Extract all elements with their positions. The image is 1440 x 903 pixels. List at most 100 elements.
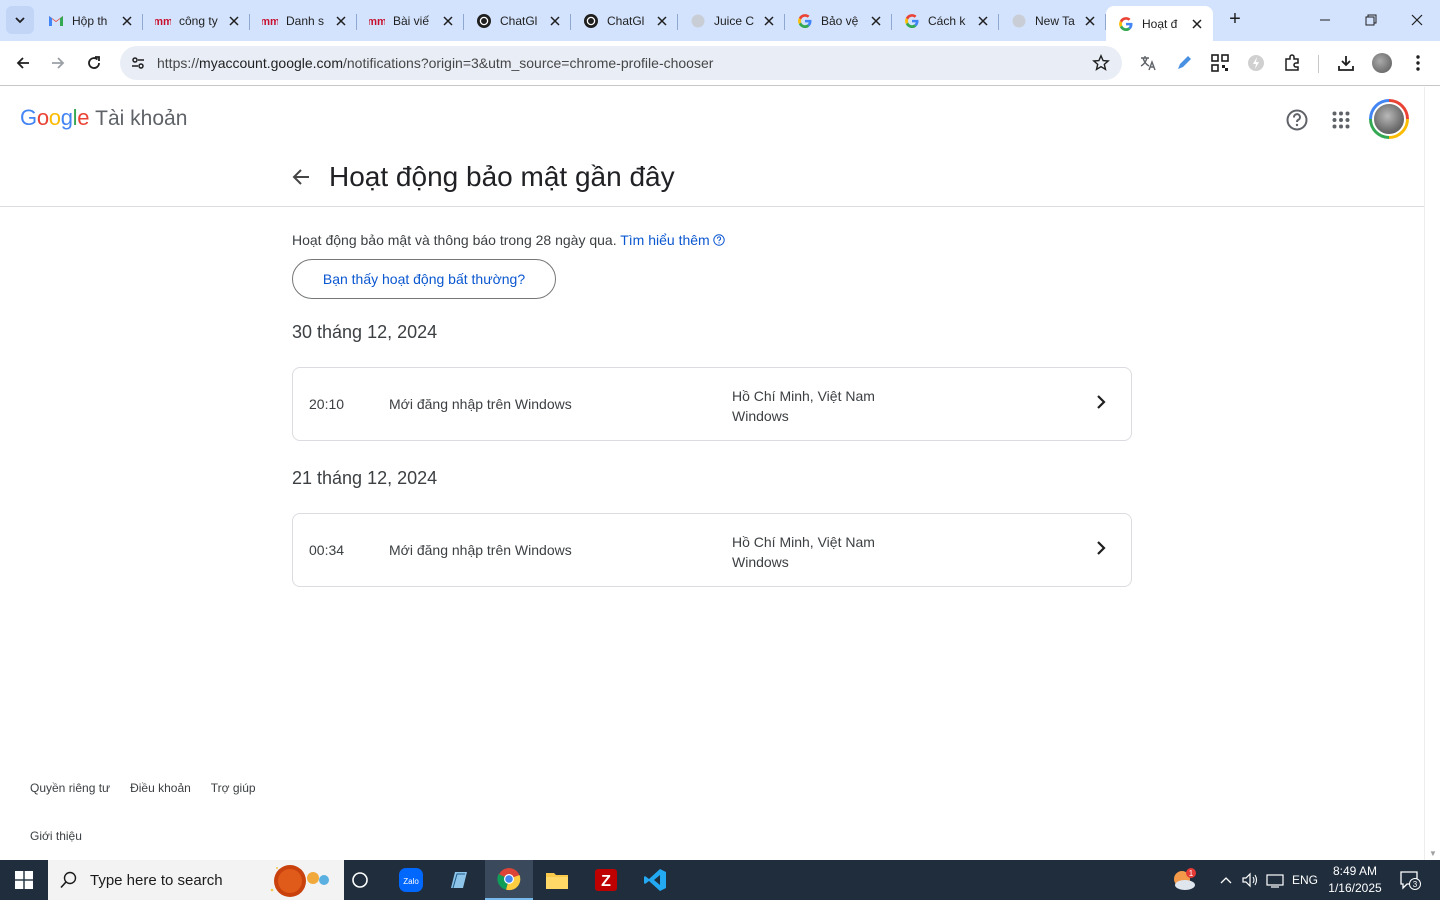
url-host: myaccount.google.com bbox=[199, 55, 343, 71]
extensions-button[interactable] bbox=[1280, 51, 1304, 75]
taskbar-search-box[interactable]: Type here to search bbox=[48, 860, 344, 900]
taskbar-file-explorer[interactable] bbox=[533, 860, 581, 900]
extension-translate[interactable] bbox=[1136, 51, 1160, 75]
browser-tab[interactable]: Bảo vệ bbox=[785, 6, 892, 35]
address-bar[interactable]: https://myaccount.google.com/notificatio… bbox=[120, 46, 1122, 80]
scroll-down-arrow-icon[interactable]: ▼ bbox=[1429, 849, 1437, 858]
search-highlight-image bbox=[264, 862, 336, 898]
svg-text:mm: mm bbox=[369, 16, 385, 27]
close-tab-button[interactable] bbox=[440, 13, 456, 29]
intro-text: Hoạt động bảo mật và thông báo trong 28 … bbox=[292, 232, 725, 249]
openai-icon bbox=[583, 13, 599, 29]
task-view-button[interactable] bbox=[336, 860, 384, 900]
start-button[interactable] bbox=[0, 860, 48, 900]
taskbar-notepad[interactable] bbox=[435, 860, 483, 900]
chrome-menu-button[interactable] bbox=[1406, 51, 1430, 75]
qr-code-icon bbox=[1211, 54, 1229, 72]
language-indicator[interactable]: ENG bbox=[1289, 860, 1321, 900]
close-tab-button[interactable] bbox=[975, 13, 991, 29]
browser-tab[interactable]: ChatGl bbox=[464, 6, 571, 35]
show-hidden-icons-button[interactable] bbox=[1214, 860, 1238, 900]
forward-button[interactable] bbox=[43, 48, 73, 78]
volume-button[interactable] bbox=[1238, 860, 1262, 900]
weather-widget[interactable]: 1 bbox=[1168, 860, 1200, 900]
windows-taskbar: Type here to search Zalo Z 1 ENG 8:49 AM… bbox=[0, 860, 1440, 900]
close-tab-button[interactable] bbox=[226, 13, 242, 29]
unusual-activity-button[interactable]: Bạn thấy hoạt động bất thường? bbox=[292, 259, 556, 299]
browser-tab[interactable]: ChatGl bbox=[571, 6, 678, 35]
google-account-logo[interactable]: Google Tài khoản bbox=[20, 105, 187, 131]
tab-search-button[interactable] bbox=[6, 6, 34, 34]
google-apps-button[interactable] bbox=[1325, 104, 1357, 136]
back-button[interactable] bbox=[8, 48, 38, 78]
reload-button[interactable] bbox=[79, 48, 109, 78]
notifications-button[interactable]: 3 bbox=[1394, 860, 1426, 900]
close-tab-button[interactable] bbox=[1082, 13, 1098, 29]
new-tab-button[interactable]: + bbox=[1224, 8, 1246, 32]
account-avatar[interactable] bbox=[1369, 99, 1409, 139]
weather-icon: 1 bbox=[1174, 868, 1196, 890]
network-icon bbox=[1266, 874, 1284, 888]
browser-tab[interactable]: mm công ty bbox=[143, 6, 250, 35]
browser-tab[interactable]: mm Bài viế bbox=[357, 6, 464, 35]
arrow-left-icon bbox=[16, 57, 29, 69]
close-tab-button[interactable] bbox=[547, 13, 563, 29]
notification-icon: 3 bbox=[1400, 871, 1421, 890]
activity-row[interactable]: 00:34 Mới đăng nhập trên Windows Hồ Chí … bbox=[292, 513, 1132, 587]
learn-more-link[interactable]: Tìm hiểu thêm bbox=[620, 232, 709, 248]
bookmark-button[interactable] bbox=[1092, 54, 1110, 77]
page-scrollbar[interactable]: ▼ bbox=[1424, 87, 1440, 860]
tab-title: Danh s bbox=[286, 13, 325, 28]
browser-tab[interactable]: Juice C bbox=[678, 6, 785, 35]
extension-bolt[interactable] bbox=[1244, 51, 1268, 75]
product-name: Tài khoản bbox=[95, 107, 188, 130]
activity-row[interactable]: 20:10 Mới đăng nhập trên Windows Hồ Chí … bbox=[292, 367, 1132, 441]
close-tab-button[interactable] bbox=[761, 13, 777, 29]
help-icon[interactable] bbox=[713, 233, 725, 249]
logo-letter: g bbox=[60, 105, 73, 130]
about-link[interactable]: Giới thiệu bbox=[30, 829, 82, 843]
close-window-button[interactable] bbox=[1394, 0, 1440, 40]
profile-button[interactable] bbox=[1370, 51, 1394, 75]
downloads-button[interactable] bbox=[1334, 51, 1358, 75]
browser-tab[interactable]: New Ta bbox=[999, 6, 1106, 35]
taskbar-zalo[interactable]: Zalo bbox=[387, 860, 435, 900]
arrow-right-icon bbox=[52, 57, 65, 69]
extension-qr[interactable] bbox=[1208, 51, 1232, 75]
browser-tab[interactable]: Cách k bbox=[892, 6, 999, 35]
tab-title: công ty bbox=[179, 13, 218, 28]
browser-tab[interactable]: Hộp th bbox=[36, 6, 143, 35]
close-tab-button[interactable] bbox=[1189, 16, 1205, 32]
browser-tab[interactable]: Hoạt đ bbox=[1106, 6, 1213, 41]
back-arrow-button[interactable] bbox=[288, 164, 314, 190]
close-tab-button[interactable] bbox=[333, 13, 349, 29]
chevron-up-icon bbox=[1220, 877, 1232, 884]
taskbar-filezilla[interactable]: Z bbox=[582, 860, 630, 900]
taskbar-vscode[interactable] bbox=[631, 860, 679, 900]
notification-count: 3 bbox=[1413, 880, 1418, 889]
privacy-link[interactable]: Quyền riêng tư bbox=[30, 781, 110, 795]
terms-link[interactable]: Điều khoản bbox=[130, 781, 191, 795]
tab-title: Juice C bbox=[714, 13, 755, 28]
taskbar-clock[interactable]: 8:49 AM 1/16/2025 bbox=[1322, 863, 1388, 897]
apps-grid-icon bbox=[1332, 111, 1350, 129]
translate-icon bbox=[1140, 56, 1156, 71]
close-icon bbox=[764, 15, 774, 26]
network-button[interactable] bbox=[1263, 860, 1287, 900]
mm-icon: mm bbox=[369, 13, 385, 29]
close-tab-button[interactable] bbox=[654, 13, 670, 29]
close-tab-button[interactable] bbox=[119, 13, 135, 29]
taskbar-chrome[interactable] bbox=[485, 860, 533, 900]
help-button[interactable] bbox=[1281, 104, 1313, 136]
close-tab-button[interactable] bbox=[868, 13, 884, 29]
clock-time: 8:49 AM bbox=[1332, 864, 1378, 878]
event-time: 20:10 bbox=[309, 396, 345, 412]
logo-letter: o bbox=[48, 105, 61, 130]
minimize-button[interactable] bbox=[1302, 0, 1348, 40]
site-info-button[interactable] bbox=[124, 49, 152, 77]
extension-pen[interactable] bbox=[1172, 51, 1196, 75]
help-link[interactable]: Trợ giúp bbox=[211, 781, 256, 795]
browser-tab[interactable]: mm Danh s bbox=[250, 6, 357, 35]
restore-button[interactable] bbox=[1348, 0, 1394, 40]
globe-icon bbox=[690, 13, 706, 29]
